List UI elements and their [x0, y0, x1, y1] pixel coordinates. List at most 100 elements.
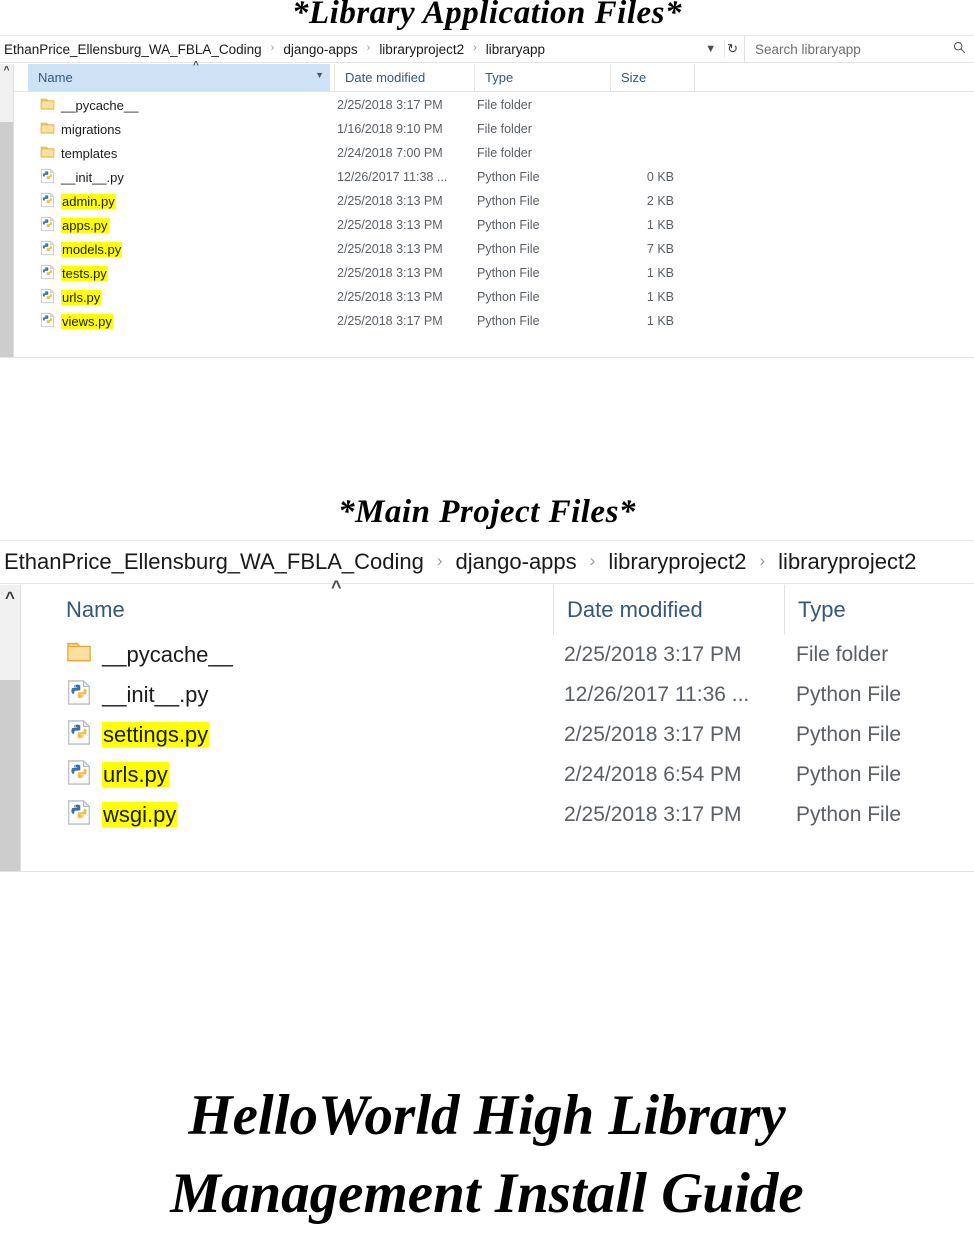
file-name-cell[interactable]: apps.py [40, 213, 320, 237]
table-row[interactable]: apps.py 2/25/2018 3:13 PM Python File 1 KB [0, 213, 974, 237]
table-row[interactable]: admin.py 2/25/2018 3:13 PM Python File 2 KB [0, 189, 974, 213]
breadcrumb-separator: › [759, 551, 766, 570]
refresh-icon[interactable]: ↻ [724, 40, 744, 58]
type-cell: Python File [477, 314, 540, 328]
size-cell: 2 KB [646, 194, 674, 208]
address-bar[interactable]: EthanPrice_Ellensburg_WA_FBLA_Coding › d… [0, 35, 974, 63]
sort-ascending-icon: ^ [193, 60, 199, 71]
table-row[interactable]: urls.py 2/25/2018 3:13 PM Python File 1 KB [0, 285, 974, 309]
file-name-label: __pycache__ [102, 642, 233, 667]
date-modified-cell: 2/25/2018 3:13 PM [337, 194, 443, 208]
breadcrumb-item-1[interactable]: django-apps [454, 549, 579, 575]
file-name-cell[interactable]: urls.py [66, 755, 526, 795]
type-cell: File folder [477, 122, 532, 136]
page-title-line-2: Management Install Guide [170, 1162, 804, 1225]
chevron-down-icon[interactable]: ▼ [697, 43, 724, 55]
breadcrumb-item-2[interactable]: libraryproject2 [377, 42, 466, 57]
date-modified-cell: 2/24/2018 6:54 PM [564, 763, 742, 786]
breadcrumb-item-1[interactable]: django-apps [281, 42, 359, 57]
search-box[interactable]: Search libraryapp [744, 36, 974, 62]
python-file-icon [40, 240, 55, 259]
column-header-type[interactable]: Type [784, 585, 974, 635]
python-file-icon [40, 192, 55, 211]
breadcrumb[interactable]: EthanPrice_Ellensburg_WA_FBLA_Coding › d… [0, 42, 697, 57]
file-name-cell[interactable]: admin.py [40, 189, 320, 213]
file-name-cell[interactable]: models.py [40, 237, 320, 261]
table-row[interactable]: tests.py 2/25/2018 3:13 PM Python File 1 KB [0, 261, 974, 285]
folder-icon [40, 121, 55, 138]
table-row[interactable]: __pycache__ 2/25/2018 3:17 PM File folder [0, 635, 974, 675]
file-name-cell[interactable]: migrations [40, 117, 320, 141]
column-header-name[interactable]: Name ^ [56, 577, 553, 635]
chevron-down-icon[interactable]: ▼ [315, 70, 324, 80]
column-header-spacer [694, 64, 754, 91]
file-name-cell[interactable]: templates [40, 141, 320, 165]
python-file-icon [66, 759, 92, 792]
breadcrumb-item-0[interactable]: EthanPrice_Ellensburg_WA_FBLA_Coding [2, 42, 264, 57]
breadcrumb-separator: › [473, 42, 477, 54]
scroll-up-icon[interactable]: ^ [0, 65, 13, 76]
page-title-line-1: HelloWorld High Library [188, 1084, 786, 1147]
folder-icon [40, 145, 55, 162]
file-name-cell[interactable]: wsgi.py [66, 795, 526, 835]
table-row[interactable]: settings.py 2/25/2018 3:17 PM Python File [0, 715, 974, 755]
file-name-cell[interactable]: __init__.py [40, 165, 320, 189]
table-row[interactable]: models.py 2/25/2018 3:13 PM Python File 7 K… [0, 237, 974, 261]
folder-icon [66, 640, 92, 670]
file-name-cell[interactable]: settings.py [66, 715, 526, 755]
type-cell: Python File [796, 683, 902, 706]
search-input[interactable]: Search libraryapp [755, 42, 945, 57]
file-name-cell[interactable]: views.py [40, 309, 320, 333]
folder-icon [40, 97, 55, 114]
table-row[interactable]: __pycache__ 2/25/2018 3:17 PM File folder [0, 93, 974, 117]
table-row[interactable]: __init__.py 12/26/2017 11:38 ... Python Fi… [0, 165, 974, 189]
python-file-icon [40, 288, 55, 307]
table-row[interactable]: templates 2/24/2018 7:00 PM File folder [0, 141, 974, 165]
type-cell: Python File [796, 763, 902, 786]
type-cell: Python File [477, 170, 540, 184]
type-cell: Python File [796, 803, 902, 826]
file-name-cell[interactable]: tests.py [40, 261, 320, 285]
size-cell: 1 KB [646, 314, 674, 328]
table-row[interactable]: migrations 1/16/2018 9:10 PM File folder [0, 117, 974, 141]
file-name-cell[interactable]: __init__.py [66, 675, 526, 715]
breadcrumb-item-2[interactable]: libraryproject2 [606, 549, 748, 575]
type-cell: Python File [477, 242, 540, 256]
file-name-label: wsgi.py [102, 802, 178, 827]
type-cell: File folder [477, 98, 532, 112]
file-name-cell[interactable]: __pycache__ [40, 93, 320, 117]
table-row[interactable]: wsgi.py 2/25/2018 3:17 PM Python File [0, 795, 974, 835]
breadcrumb-item-3[interactable]: libraryapp [484, 42, 547, 57]
table-row[interactable]: __init__.py 12/26/2017 11:36 ... Python Fi… [0, 675, 974, 715]
date-modified-cell: 2/25/2018 3:17 PM [337, 98, 443, 112]
column-header-size[interactable]: Size [610, 64, 694, 91]
date-modified-cell: 2/25/2018 3:13 PM [337, 290, 443, 304]
address-bar[interactable]: EthanPrice_Ellensburg_WA_FBLA_Coding › d… [0, 540, 974, 584]
scroll-up-icon[interactable]: ^ [0, 588, 20, 608]
date-modified-cell: 1/16/2018 9:10 PM [337, 122, 443, 136]
column-header-date-modified[interactable]: Date modified [334, 64, 474, 91]
table-row[interactable]: urls.py 2/24/2018 6:54 PM Python File [0, 755, 974, 795]
breadcrumb-separator: › [589, 551, 596, 570]
file-name-cell[interactable]: urls.py [40, 285, 320, 309]
file-name-label: views.py [61, 313, 113, 329]
column-header-type[interactable]: Type [474, 64, 610, 91]
date-modified-cell: 2/25/2018 3:13 PM [337, 218, 443, 232]
breadcrumb[interactable]: EthanPrice_Ellensburg_WA_FBLA_Coding › d… [0, 549, 974, 575]
column-header-name[interactable]: Name ^ ▼ [28, 60, 330, 91]
sort-ascending-icon: ^ [331, 577, 342, 597]
date-modified-cell: 2/25/2018 3:17 PM [564, 643, 742, 666]
table-row[interactable]: views.py 2/25/2018 3:17 PM Python File 1 KB [0, 309, 974, 333]
date-modified-cell: 2/25/2018 3:17 PM [564, 803, 742, 826]
python-file-icon [66, 679, 92, 712]
date-modified-cell: 2/24/2018 7:00 PM [337, 146, 443, 160]
search-icon[interactable] [945, 41, 974, 57]
type-cell: Python File [477, 194, 540, 208]
breadcrumb-item-0[interactable]: EthanPrice_Ellensburg_WA_FBLA_Coding [2, 549, 426, 575]
section-heading-main-project-files: *Main Project Files* [338, 494, 636, 530]
breadcrumb-item-3[interactable]: libraryproject2 [776, 549, 918, 575]
column-header-date-modified[interactable]: Date modified [553, 585, 784, 635]
file-name-label: settings.py [102, 722, 210, 747]
file-name-cell[interactable]: __pycache__ [66, 635, 526, 675]
window-bottom-border [0, 871, 974, 872]
